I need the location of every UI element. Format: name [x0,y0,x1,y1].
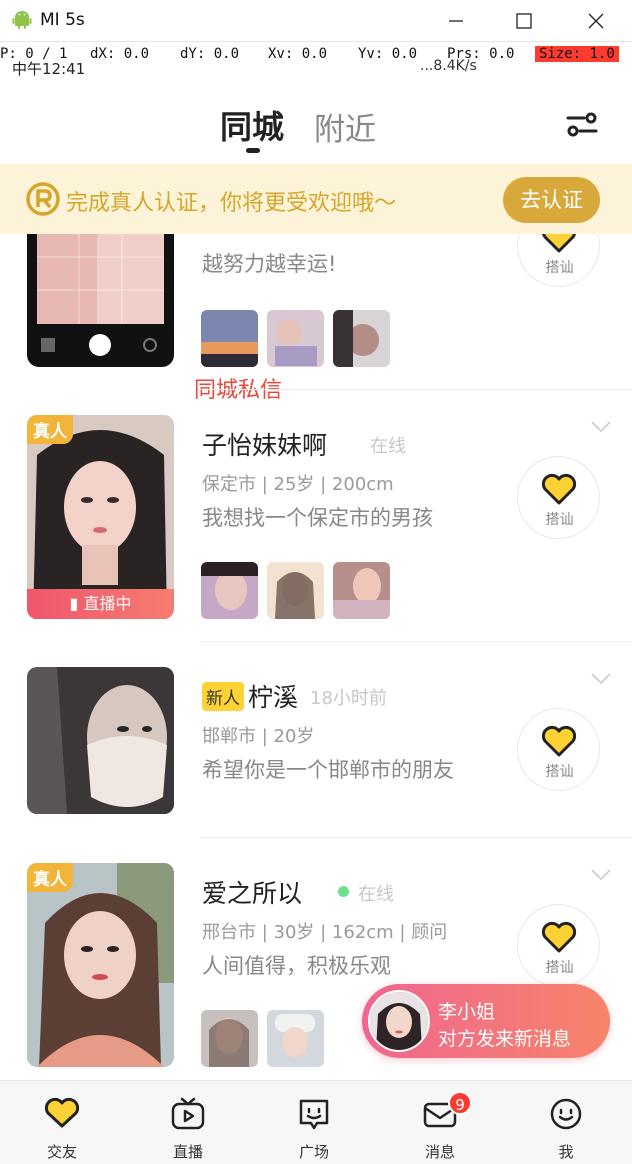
nav-label: 消息 [424,1143,455,1161]
user-signature: 希望你是一个邯郸市的朋友 [202,758,454,782]
debug-xv: Xv: 0.0 [268,46,328,62]
online-dot [338,886,349,897]
debug-dy: dY: 0.0 [180,46,240,62]
square-face-icon [299,1099,329,1130]
user-list[interactable]: 越努力越幸运! 搭讪 同城私信 真人 ▮ 直播中 子怡妹妹啊 在线 保定市 | … [0,234,632,1080]
nav-label: 交友 [46,1143,77,1161]
user-meta: 邢台市 | 30岁 | 162cm | 顾问 [202,922,448,943]
online-status: 在线 [358,884,394,905]
debug-dx: dX: 0.0 [90,46,150,62]
nav-item-live[interactable]: 直播 [148,1081,228,1164]
list-item[interactable]: 新人 柠溪 18小时前 邯郸市 | 20岁 希望你是一个邯郸市的朋友 搭讪 [0,642,632,838]
smile-icon [550,1098,582,1130]
tv-icon [171,1097,205,1130]
user-name: 柠溪 [248,683,299,712]
say-hello-label: 搭讪 [545,260,574,276]
window-titlebar: MI 5s [0,0,632,42]
toast-avatar [368,990,430,1052]
pointer-debug-bar: P: 0 / 1 dX: 0.0 dY: 0.0 Xv: 0.0 Yv: 0.0… [0,44,632,66]
heart-icon [541,725,577,757]
maximize-button[interactable] [506,6,542,36]
photo-thumbnail[interactable] [267,1010,324,1067]
window-title: MI 5s [40,10,85,30]
user-name: 子怡妹妹啊 [202,431,328,460]
heart-icon [542,234,576,253]
heart-icon [541,473,577,505]
unread-badge: 9 [448,1091,472,1115]
say-hello-button[interactable]: 搭讪 [517,904,600,987]
live-bars-icon: ▮ [69,594,84,613]
live-indicator: ▮ 直播中 [27,589,174,619]
user-meta: 保定市 | 25岁 | 200cm [202,474,394,495]
chevron-down-icon[interactable] [590,868,612,882]
nav-item-messages[interactable]: 9 消息 [400,1081,480,1164]
photo-thumbnail[interactable] [333,562,390,619]
nav-label: 我 [558,1143,574,1161]
list-item[interactable]: 越努力越幸运! 搭讪 同城私信 [0,234,632,403]
minimize-button[interactable] [438,6,474,36]
say-hello-label: 搭讪 [545,512,574,528]
online-status: 在线 [370,436,406,457]
say-hello-button[interactable]: 搭讪 [517,234,600,287]
say-hello-button[interactable]: 搭讪 [517,456,600,539]
network-speed: ...8.4K/s [420,58,477,74]
user-signature: 人间值得，积极乐观 [202,954,391,978]
photo-thumbnail[interactable] [333,310,390,367]
user-name: 爱之所以 [202,879,303,908]
toast-message: 对方发来新消息 [438,1028,572,1050]
debug-yv: Yv: 0.0 [358,46,418,62]
verify-banner: 完成真人认证，你将更受欢迎哦～ 去认证 [0,164,632,234]
avatar[interactable]: 真人 [27,863,174,1067]
photo-thumbnail[interactable] [267,310,324,367]
last-active: 18小时前 [310,688,387,709]
real-person-badge: 真人 [27,863,73,892]
verify-logo-icon [26,182,60,216]
chevron-down-icon[interactable] [590,420,612,434]
status-time: 中午12:41 [12,60,86,78]
avatar[interactable] [27,234,174,367]
user-meta: 邯郸市 | 20岁 [202,726,315,747]
say-hello-label: 搭讪 [545,960,574,976]
avatar[interactable] [27,667,174,814]
photo-strip [201,310,399,367]
chevron-down-icon[interactable] [590,672,612,686]
avatar[interactable]: 真人 ▮ 直播中 [27,415,174,619]
bottom-navigation: 交友 直播 广场 9 消息 我 [0,1080,632,1164]
say-hello-button[interactable]: 搭讪 [517,708,600,791]
nav-label: 直播 [172,1143,203,1161]
photo-thumbnail[interactable] [201,562,258,619]
list-item[interactable]: 真人 ▮ 直播中 子怡妹妹啊 在线 保定市 | 25岁 | 200cm 我想找一… [0,390,632,642]
toast-sender-name: 李小姐 [438,1001,496,1023]
tab-indicator [246,148,260,153]
nav-item-friends[interactable]: 交友 [22,1081,102,1164]
heart-icon [541,921,577,953]
filter-icon[interactable] [566,110,598,138]
verify-button[interactable]: 去认证 [503,177,600,223]
photo-thumbnail[interactable] [267,562,324,619]
heart-icon [44,1097,80,1128]
top-tabs: 同城 附近 [0,96,632,162]
nav-item-me[interactable]: 我 [526,1081,606,1164]
photo-strip [201,562,399,619]
verify-text: 完成真人认证，你将更受欢迎哦～ [66,191,397,216]
debug-size: Size: 1.0 [535,46,619,62]
tab-city[interactable]: 同城 [220,102,284,148]
android-icon [12,11,32,29]
user-signature: 越努力越幸运! [202,252,337,276]
tab-nearby[interactable]: 附近 [314,104,376,149]
live-label: 直播中 [83,594,132,613]
close-button[interactable] [578,6,614,36]
new-user-badge: 新人 [202,682,244,711]
new-message-toast[interactable]: 李小姐 对方发来新消息 [362,984,610,1058]
real-person-badge: 真人 [27,415,73,444]
nav-label: 广场 [298,1143,329,1161]
nav-item-square[interactable]: 广场 [274,1081,354,1164]
photo-thumbnail[interactable] [201,1010,258,1067]
say-hello-label: 搭讪 [545,764,574,780]
photo-thumbnail[interactable] [201,310,258,367]
photo-strip [201,1010,333,1067]
user-signature: 我想找一个保定市的男孩 [202,506,433,530]
